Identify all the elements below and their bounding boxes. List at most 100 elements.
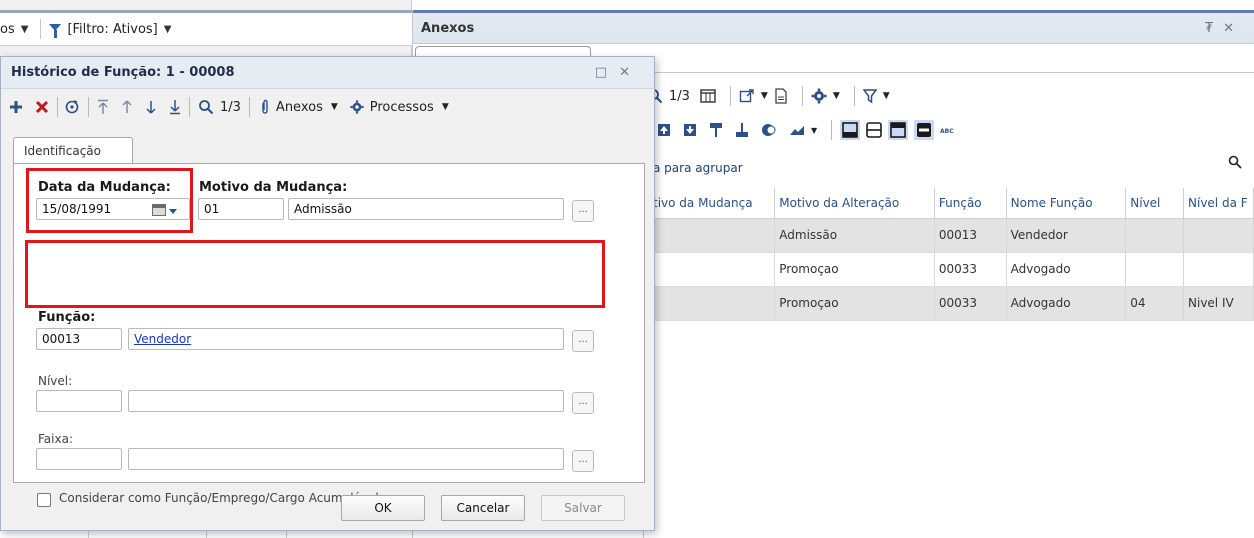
table-cell: Nivel IV [1183,286,1254,321]
svg-text:ABC: ABC [940,128,954,135]
pagination-label: 1/3 [220,99,241,115]
paperclip-icon [262,99,268,114]
motivo-code-field[interactable]: 01 [198,198,284,220]
export-icon[interactable] [739,88,755,104]
funcao-description-link[interactable]: Vendedor [128,328,564,350]
dialog-title: Histórico de Função: 1 - 00008 [11,65,235,80]
chevron-down-icon[interactable]: ▼ [164,24,172,35]
funcao-code-field[interactable]: 00013 [36,328,122,350]
layout-header-icon[interactable] [888,120,909,140]
delete-button[interactable] [35,100,49,114]
table-cell [1183,218,1254,253]
anexos-header: Anexos ₮✕ [413,10,1254,44]
nivel-description-field[interactable] [128,390,564,412]
document-icon[interactable] [774,88,788,104]
pin-icon[interactable]: ₮ [1205,21,1223,36]
gear-icon[interactable] [811,88,827,104]
fill-color-icon[interactable] [761,123,777,137]
column-header[interactable]: Função [934,188,1007,219]
anexos-header-controls: ₮✕ [1205,21,1244,36]
freeze-top-icon[interactable] [709,122,723,138]
toolbar-separator [831,120,833,140]
chevron-down-icon[interactable]: ▼ [833,91,840,101]
partial-tab-label[interactable]: os [0,22,15,37]
chevron-down-icon: ▼ [441,102,449,112]
table-row[interactable]: Promoçao 00033 Advogado [649,252,1254,287]
columns-icon[interactable] [700,89,716,103]
table-cell: Advogado [1006,286,1127,321]
column-header[interactable]: tivo da Mudança [649,188,776,219]
chevron-down-icon[interactable]: ▼ [811,126,817,135]
move-top-icon[interactable] [657,123,671,137]
toolbar-separator [801,86,803,106]
save-button[interactable]: Salvar [541,495,625,521]
arrow-down-icon [146,101,156,114]
motivo-description-field[interactable]: Admissão [288,198,564,220]
add-button[interactable] [9,100,23,114]
anexos-menu-button[interactable]: Anexos ▼ [260,99,338,115]
table-cell [649,218,776,253]
anexos-title: Anexos [421,20,475,36]
column-header[interactable]: Nível [1125,188,1185,219]
table-cell: Promoçao [774,252,935,287]
text-format-icon[interactable]: ABC [940,125,956,135]
acumulavel-checkbox[interactable] [37,493,51,507]
chevron-down-icon[interactable]: ▼ [883,91,890,101]
close-icon[interactable]: ✕ [1223,21,1244,36]
layout-band-icon[interactable] [914,120,935,140]
layout-footer-icon[interactable] [840,120,861,140]
processos-menu-label: Processos [369,99,434,115]
faixa-code-field[interactable] [36,448,122,470]
chart-icon[interactable] [789,124,805,136]
close-icon[interactable]: ✕ [619,65,642,80]
faixa-lookup-button[interactable]: ... [572,450,594,472]
column-header[interactable]: Nome Função [1006,188,1127,219]
first-record-button[interactable] [97,99,109,115]
table-cell: Promoçao [774,286,935,321]
search-button[interactable] [198,99,214,115]
previous-record-button[interactable] [121,99,133,115]
motivo-lookup-button[interactable]: ... [572,200,594,222]
filter-icon[interactable] [49,23,62,38]
layout-split-icon[interactable] [866,122,882,138]
anexos-menu-label: Anexos [275,99,323,115]
chevron-down-icon[interactable]: ▼ [21,24,29,35]
search-icon[interactable] [1228,155,1242,169]
funcao-lookup-button[interactable]: ... [572,330,594,352]
nivel-lookup-button[interactable]: ... [572,392,594,414]
table-row[interactable]: Promoçao 00033 Advogado 04 Nivel IV [649,286,1254,321]
maximize-icon[interactable]: □ [595,65,619,80]
filter-icon[interactable] [862,88,877,104]
table-header-row: tivo da Mudança Motivo da Alteração Funç… [649,188,1254,219]
highlight-data-mudanca [26,168,193,233]
refresh-button[interactable] [64,99,80,115]
next-record-button[interactable] [145,99,157,115]
processos-menu-button[interactable]: Processos ▼ [350,100,449,115]
nivel-code-field[interactable] [36,390,122,412]
ok-button[interactable]: OK [341,495,425,521]
column-header[interactable]: Nível da F [1183,188,1254,219]
filter-label[interactable]: [Filtro: Ativos] [67,22,157,37]
freeze-bottom-icon[interactable] [735,122,749,138]
tab-identificacao[interactable]: Identificação [13,137,133,164]
toolbar-separator [248,97,250,117]
acumulavel-checkbox-label[interactable]: Considerar como Função/Emprego/Cargo Acu… [59,491,379,505]
anexos-data-table: tivo da Mudança Motivo da Alteração Funç… [649,188,1254,321]
group-by-hint: a para agrupar [653,161,743,175]
table-cell [649,286,776,321]
table-cell: 00033 [934,286,1007,321]
funcao-label: Função: [38,310,96,325]
table-cell: 04 [1125,286,1185,321]
table-row[interactable]: Admissão 00013 Vendedor [649,218,1254,253]
column-header[interactable]: Motivo da Alteração [774,188,935,219]
last-record-button[interactable] [169,99,181,115]
chevron-down-icon: ▼ [330,102,338,112]
chevron-down-icon[interactable]: ▼ [761,91,768,101]
background-left-toolbar: os ▼ [Filtro: Ativos] ▼ [0,10,412,46]
move-bottom-icon[interactable] [683,123,697,137]
table-cell: 00013 [934,218,1007,253]
faixa-description-field[interactable] [128,448,564,470]
screen: os ▼ [Filtro: Ativos] ▼ Anexos ₮✕ 1/3 ▼ … [0,0,1254,538]
dialog-title-bar: Histórico de Função: 1 - 00008 □✕ [1,57,654,89]
cancel-button[interactable]: Cancelar [441,495,525,521]
